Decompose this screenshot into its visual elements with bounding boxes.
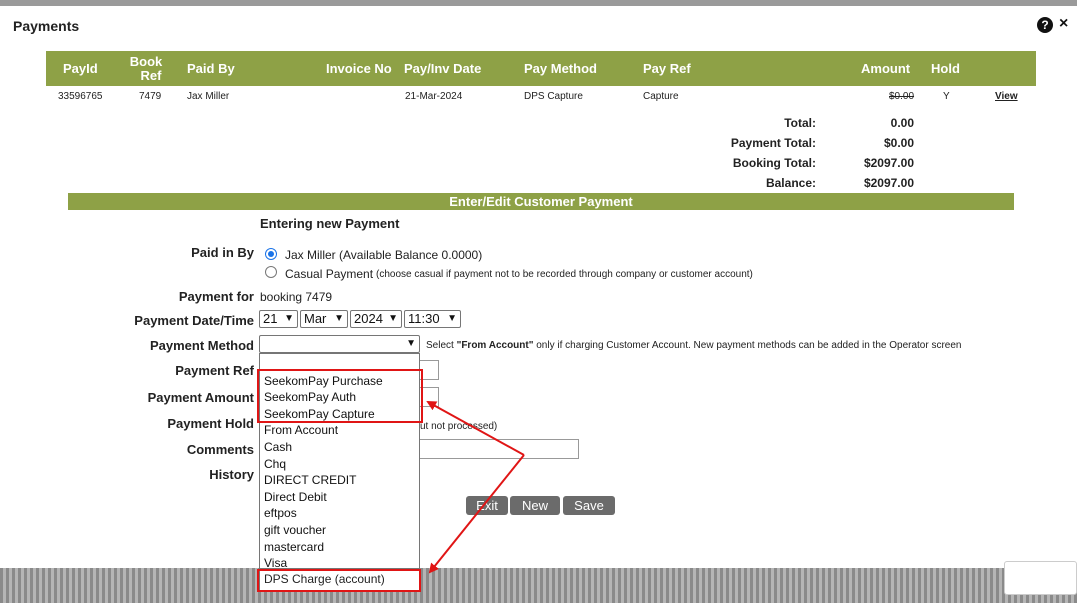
- annotation-arrows: [426, 401, 525, 574]
- arrow-to-seekompay: [426, 401, 525, 456]
- corner-widget: [1004, 561, 1077, 595]
- arrow-to-dps-charge: [428, 454, 525, 574]
